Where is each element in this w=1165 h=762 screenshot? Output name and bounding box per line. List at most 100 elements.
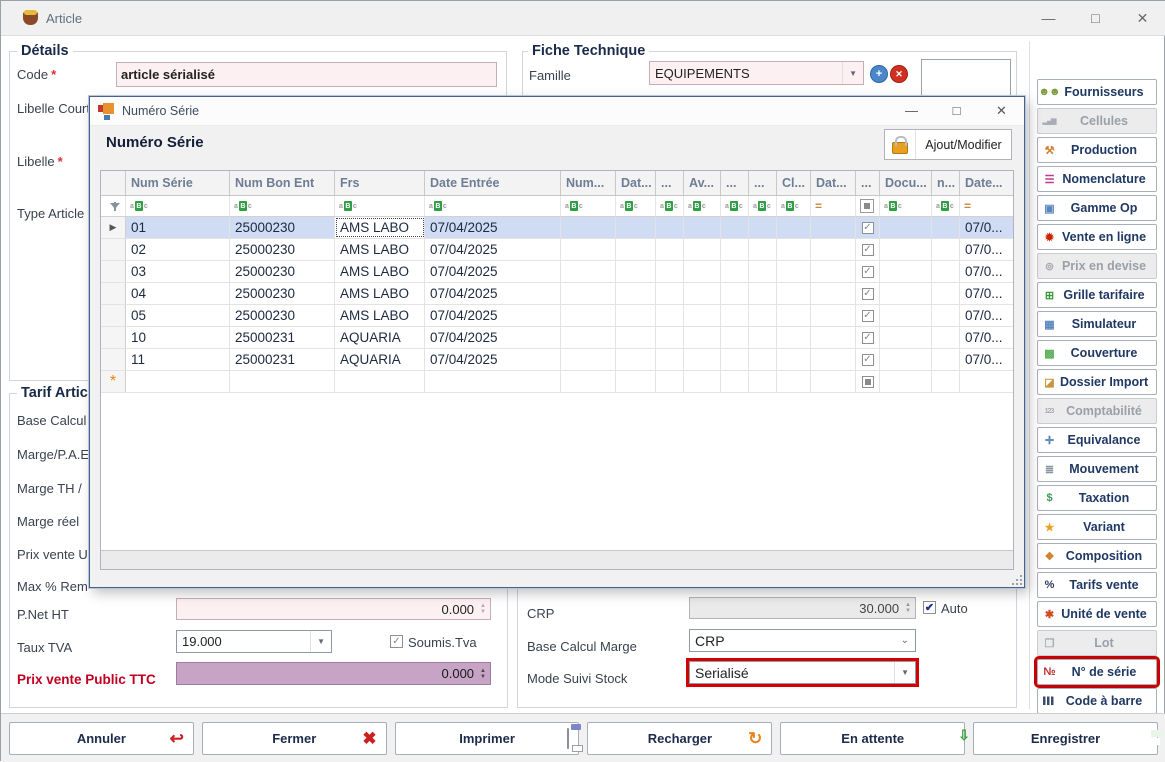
- grid-cell[interactable]: 07/04/2025: [425, 261, 561, 282]
- grid-scrollbar-strip[interactable]: [101, 550, 1013, 569]
- grid-column-header[interactable]: n...: [932, 171, 960, 195]
- grid-cell[interactable]: [656, 371, 684, 392]
- grid-column-header[interactable]: Num Bon Ent: [230, 171, 335, 195]
- sidebar-item-grille-tarifaire[interactable]: ⊞Grille tarifaire: [1037, 282, 1157, 308]
- grid-cell[interactable]: 25000231: [230, 349, 335, 370]
- grid-filter-cell[interactable]: =: [811, 196, 856, 216]
- grid-cell[interactable]: AMS LABO: [335, 283, 425, 304]
- grid-cell[interactable]: ✓: [856, 327, 880, 348]
- row-selector[interactable]: [101, 239, 126, 260]
- grid-cell[interactable]: ✓: [856, 305, 880, 326]
- fiche-listbox[interactable]: [921, 59, 1011, 98]
- sidebar-item-vente-en-ligne[interactable]: ✹Vente en ligne: [1037, 224, 1157, 250]
- grid-cell[interactable]: [811, 283, 856, 304]
- grid-cell[interactable]: [749, 327, 777, 348]
- grid-column-header[interactable]: Dat...: [811, 171, 856, 195]
- grid-cell[interactable]: [777, 239, 811, 260]
- row-selector[interactable]: [101, 283, 126, 304]
- grid-cell[interactable]: ✓: [856, 283, 880, 304]
- grid-cell[interactable]: [777, 305, 811, 326]
- fermer-button[interactable]: Fermer✖: [202, 722, 387, 755]
- grid-cell[interactable]: 07/0...: [960, 305, 1014, 326]
- grid-cell[interactable]: 11: [126, 349, 230, 370]
- grid-cell[interactable]: [561, 327, 616, 348]
- sidebar-item-taxation[interactable]: $Taxation: [1037, 485, 1157, 511]
- grid-cell[interactable]: 07/04/2025: [425, 305, 561, 326]
- grid-column-header[interactable]: Cl...: [777, 171, 811, 195]
- grid-column-header[interactable]: Av...: [684, 171, 721, 195]
- grid-column-header[interactable]: Docu...: [880, 171, 932, 195]
- row-selector[interactable]: [101, 349, 126, 370]
- grid-filter-cell[interactable]: aBc: [126, 196, 230, 216]
- grid-cell[interactable]: [749, 261, 777, 282]
- row-selector[interactable]: [101, 305, 126, 326]
- imprimer-button[interactable]: Imprimer: [395, 722, 580, 755]
- maximize-icon[interactable]: □: [934, 97, 979, 125]
- grid-cell[interactable]: AMS LABO: [335, 305, 425, 326]
- grid-cell[interactable]: [811, 327, 856, 348]
- grid-cell[interactable]: [561, 283, 616, 304]
- grid-cell[interactable]: [777, 217, 811, 238]
- row-selector[interactable]: ▶: [101, 217, 126, 238]
- grid-filter-cell[interactable]: aBc: [561, 196, 616, 216]
- grid-cell[interactable]: [684, 283, 721, 304]
- grid-cell[interactable]: [230, 371, 335, 392]
- grid-cell[interactable]: [561, 305, 616, 326]
- grid-cell[interactable]: 07/04/2025: [425, 349, 561, 370]
- grid-cell[interactable]: 07/0...: [960, 217, 1014, 238]
- grid-cell[interactable]: [721, 239, 749, 260]
- row-checkbox[interactable]: ✓: [862, 310, 874, 322]
- grid-cell[interactable]: [561, 261, 616, 282]
- grid-filter-cell[interactable]: [856, 196, 880, 216]
- grid-filter-cell[interactable]: aBc: [932, 196, 960, 216]
- taux-tva-combobox[interactable]: 19.000▼: [176, 630, 332, 653]
- grid-cell[interactable]: [721, 305, 749, 326]
- grid-cell[interactable]: [425, 371, 561, 392]
- grid-cell[interactable]: [684, 217, 721, 238]
- grid-filter-cell[interactable]: aBc: [721, 196, 749, 216]
- soumis-tva-checkbox[interactable]: ✓: [390, 635, 403, 648]
- sidebar-item-mouvement[interactable]: ≣Mouvement: [1037, 456, 1157, 482]
- grid-cell[interactable]: 07/0...: [960, 239, 1014, 260]
- row-checkbox[interactable]: ✓: [862, 244, 874, 256]
- grid-filter-cell[interactable]: =: [960, 196, 1014, 216]
- spinner-icon[interactable]: ▲▼: [476, 668, 486, 680]
- grid-cell[interactable]: [749, 217, 777, 238]
- grid-column-header[interactable]: Num...: [561, 171, 616, 195]
- grid-cell[interactable]: 01: [126, 217, 230, 238]
- grid-cell[interactable]: [777, 327, 811, 348]
- grid-cell[interactable]: 07/0...: [960, 283, 1014, 304]
- grid-cell[interactable]: [656, 217, 684, 238]
- grid-cell[interactable]: [749, 349, 777, 370]
- grid-cell[interactable]: [880, 371, 932, 392]
- grid-cell[interactable]: 07/0...: [960, 261, 1014, 282]
- grid-cell[interactable]: 07/0...: [960, 349, 1014, 370]
- grid-column-header[interactable]: ...: [721, 171, 749, 195]
- grid-column-header[interactable]: ...: [656, 171, 684, 195]
- table-row[interactable]: 1025000231AQUARIA07/04/2025✓07/0...: [101, 327, 1013, 349]
- grid-cell[interactable]: AQUARIA: [335, 349, 425, 370]
- grid-cell[interactable]: [880, 327, 932, 348]
- row-checkbox[interactable]: ✓: [862, 266, 874, 278]
- grid-cell[interactable]: [932, 239, 960, 260]
- row-checkbox[interactable]: ✓: [862, 354, 874, 366]
- grid-cell[interactable]: 07/04/2025: [425, 239, 561, 260]
- grid-column-header[interactable]: Date...: [960, 171, 1014, 195]
- grid-cell[interactable]: [932, 217, 960, 238]
- famille-add-button[interactable]: +: [870, 65, 888, 83]
- grid-cell[interactable]: AMS LABO: [335, 239, 425, 260]
- grid-cell[interactable]: 07/04/2025: [425, 217, 561, 238]
- grid-cell[interactable]: [880, 217, 932, 238]
- grid-cell[interactable]: [932, 261, 960, 282]
- grid-cell[interactable]: [721, 217, 749, 238]
- grid-cell[interactable]: [656, 239, 684, 260]
- grid-cell[interactable]: [811, 305, 856, 326]
- grid-cell[interactable]: [932, 305, 960, 326]
- sidebar-item-unite-de-vente[interactable]: ✱Unité de vente: [1037, 601, 1157, 627]
- grid-cell[interactable]: AMS LABO: [335, 217, 425, 238]
- grid-cell[interactable]: [811, 239, 856, 260]
- grid-column-header[interactable]: Frs: [335, 171, 425, 195]
- grid-cell[interactable]: [656, 305, 684, 326]
- grid-cell[interactable]: 07/04/2025: [425, 327, 561, 348]
- grid-cell[interactable]: ✓: [856, 261, 880, 282]
